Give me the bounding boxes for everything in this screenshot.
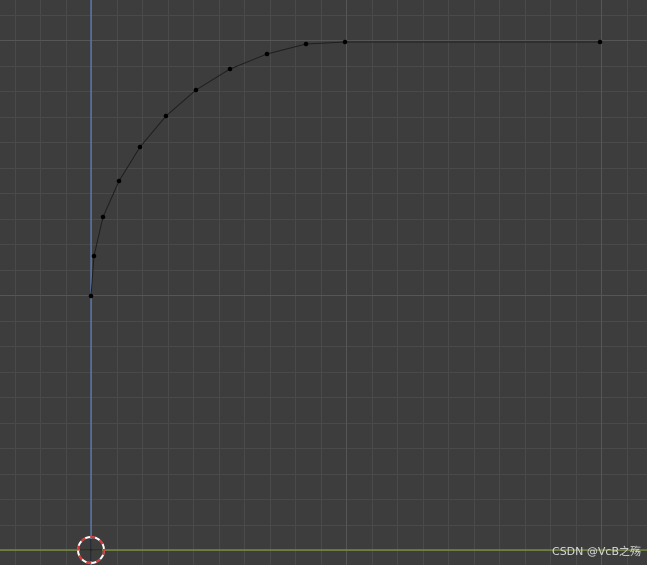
vertex-dot-icon[interactable]	[227, 66, 233, 72]
vertex-dot-icon[interactable]	[597, 39, 603, 45]
watermark-text: CSDN @VcB之殇	[552, 545, 641, 558]
3d-cursor-icon[interactable]	[77, 536, 105, 564]
viewport-canvas[interactable]	[0, 0, 647, 565]
vertex-dot-icon[interactable]	[163, 113, 169, 119]
vertex-dot-icon[interactable]	[342, 39, 348, 45]
vertex-dot-icon[interactable]	[91, 253, 97, 259]
vertex-dot-icon[interactable]	[88, 293, 94, 299]
viewport-background	[0, 0, 647, 565]
vertex-dot-icon[interactable]	[193, 87, 199, 93]
vertex-dot-icon[interactable]	[264, 51, 270, 57]
vertex-dot-icon[interactable]	[303, 41, 309, 47]
vertex-dot-icon[interactable]	[100, 214, 106, 220]
vertex-dot-icon[interactable]	[116, 178, 122, 184]
vertex-dot-icon[interactable]	[137, 144, 143, 150]
3d-viewport[interactable]: CSDN @VcB之殇	[0, 0, 647, 565]
